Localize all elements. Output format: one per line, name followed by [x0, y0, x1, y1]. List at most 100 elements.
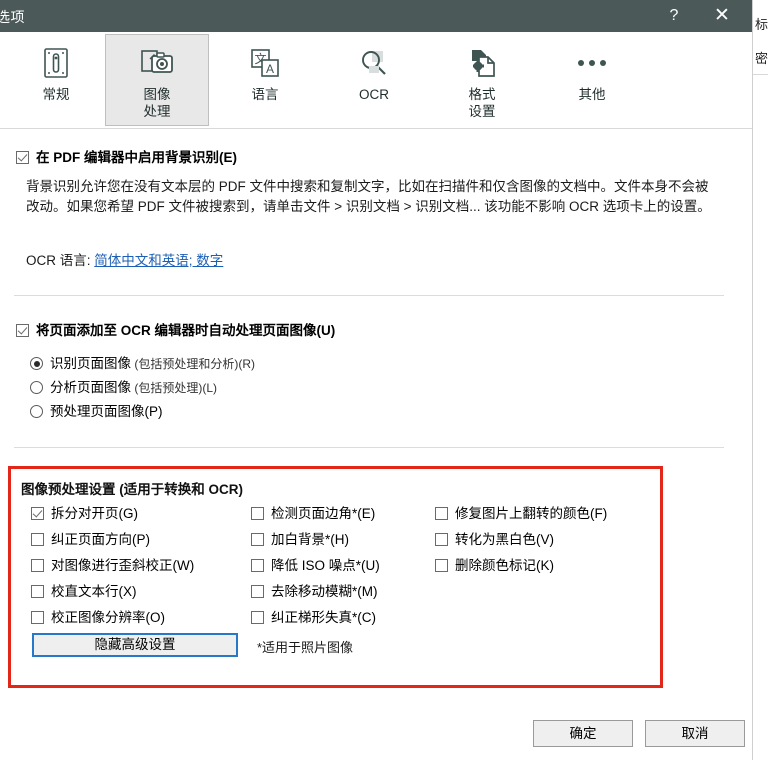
checkbox-box	[31, 533, 44, 546]
radio-label-main: 识别页面图像	[50, 356, 131, 371]
svg-text:A: A	[266, 62, 274, 76]
checkbox-label: 修复图片上翻转的颜色(F)	[455, 506, 608, 521]
checkbox-detect-page-corners[interactable]: 检测页面边角*(E)	[251, 507, 380, 521]
photo-images-note: *适用于照片图像	[257, 640, 354, 655]
checkbox-reduce-iso-noise[interactable]: 降低 ISO 噪点*(U)	[251, 559, 380, 573]
tab-more[interactable]: 其他	[540, 34, 644, 126]
help-button[interactable]: ?	[652, 0, 696, 32]
checkbox-box	[31, 559, 44, 572]
checkbox-box	[435, 559, 448, 572]
dialog-title: 选项	[0, 9, 25, 25]
tab-ocr[interactable]: OCR	[322, 34, 426, 126]
checkbox-label: 删除颜色标记(K)	[455, 558, 554, 573]
language-icon: 文 A	[214, 43, 316, 83]
radio-recognize-page-images[interactable]: 识别页面图像 (包括预处理和分析)(R)	[30, 357, 255, 371]
auto-process-checkbox[interactable]: 将页面添加至 OCR 编辑器时自动处理页面图像(U)	[16, 324, 335, 338]
preprocessing-settings-group: 图像预处理设置 (适用于转换和 OCR) 拆分对开页(G) 纠正页面方向(P) …	[8, 466, 663, 688]
checkbox-label: 校直文本行(X)	[51, 584, 137, 599]
dialog-content: 在 PDF 编辑器中启用背景识别(E) 背景识别允许您在没有文本层的 PDF 文…	[0, 129, 752, 760]
preprocessing-column-1: 拆分对开页(G) 纠正页面方向(P) 对图像进行歪斜校正(W) 校直文本行(X)…	[31, 507, 194, 625]
checkbox-label: 纠正页面方向(P)	[51, 532, 150, 547]
ocr-icon	[323, 43, 425, 83]
tab-general-label: 常规	[42, 87, 70, 102]
checkbox-box	[251, 585, 264, 598]
hide-advanced-settings-button[interactable]: 隐藏高级设置	[32, 633, 238, 657]
ocr-language-label: OCR 语言:	[26, 253, 91, 268]
checkbox-label: 去除移动模糊*(M)	[271, 584, 378, 599]
checkbox-whiten-background[interactable]: 加白背景*(H)	[251, 533, 380, 547]
checkbox-split-facing-pages[interactable]: 拆分对开页(G)	[31, 507, 194, 521]
radio-label-main: 预处理页面图像(P)	[50, 404, 163, 419]
checkbox-box	[251, 507, 264, 520]
checkbox-label: 检测页面边角*(E)	[271, 506, 376, 521]
checkbox-box	[435, 507, 448, 520]
checkbox-convert-to-black-and-white[interactable]: 转化为黑白色(V)	[435, 533, 607, 547]
ok-button[interactable]: 确定	[533, 720, 633, 747]
radio-dot	[30, 405, 43, 418]
section-divider-2	[14, 447, 724, 448]
radio-analyze-page-images[interactable]: 分析页面图像 (包括预处理)(L)	[30, 381, 217, 395]
section-divider-1	[14, 295, 724, 296]
radio-preprocess-page-images[interactable]: 预处理页面图像(P)	[30, 405, 163, 419]
tab-more-label: 其他	[578, 87, 606, 102]
radio-dot	[30, 381, 43, 394]
format-settings-icon	[431, 43, 533, 83]
background-window: 标 密	[752, 0, 768, 760]
checkbox-fix-inverted-colors[interactable]: 修复图片上翻转的颜色(F)	[435, 507, 607, 521]
tab-ocr-label: OCR	[359, 87, 389, 102]
preprocessing-settings-title: 图像预处理设置 (适用于转换和 OCR)	[21, 482, 243, 497]
tab-format-settings-label: 格式 设置	[468, 87, 496, 119]
tab-general[interactable]: 常规	[4, 34, 108, 126]
background-window-divider	[753, 74, 768, 75]
checkbox-box	[251, 533, 264, 546]
general-icon	[5, 43, 107, 83]
radio-label: 识别页面图像 (包括预处理和分析)(R)	[50, 356, 255, 372]
radio-label-suffix: (包括预处理)(L)	[131, 381, 217, 395]
checkbox-label: 加白背景*(H)	[271, 532, 349, 547]
tab-language-label: 语言	[251, 87, 279, 102]
background-window-subtitle: 密	[755, 51, 768, 66]
checkbox-label: 校正图像分辨率(O)	[51, 610, 165, 625]
checkbox-box	[251, 611, 264, 624]
background-window-title: 标	[755, 17, 768, 32]
checkbox-label: 对图像进行歪斜校正(W)	[51, 558, 195, 573]
checkbox-deskew-image[interactable]: 对图像进行歪斜校正(W)	[31, 559, 194, 573]
options-dialog: 选项 ? ✕ 常规 图像 处理 文 A 语言 OCR 格式 设置 其他 在 PD…	[0, 0, 752, 760]
radio-label-main: 分析页面图像	[50, 380, 131, 395]
cancel-button[interactable]: 取消	[645, 720, 745, 747]
checkbox-correct-page-orientation[interactable]: 纠正页面方向(P)	[31, 533, 194, 547]
tab-format-settings[interactable]: 格式 设置	[430, 34, 534, 126]
checkbox-remove-color-marks[interactable]: 删除颜色标记(K)	[435, 559, 607, 573]
checkbox-box	[435, 533, 448, 546]
radio-label: 预处理页面图像(P)	[50, 405, 163, 419]
checkbox-correct-image-resolution[interactable]: 校正图像分辨率(O)	[31, 611, 194, 625]
image-processing-icon	[106, 43, 208, 83]
checkbox-box	[16, 151, 29, 164]
ocr-language-link[interactable]: 简体中文和英语; 数字	[94, 253, 223, 268]
enable-background-recognition-label: 在 PDF 编辑器中启用背景识别(E)	[36, 150, 237, 165]
checkbox-box	[251, 559, 264, 572]
more-icon	[541, 43, 643, 83]
preprocessing-column-3: 修复图片上翻转的颜色(F) 转化为黑白色(V) 删除颜色标记(K)	[435, 507, 607, 573]
checkbox-box	[31, 507, 44, 520]
checkbox-label: 拆分对开页(G)	[51, 506, 138, 521]
checkbox-box	[31, 585, 44, 598]
close-button[interactable]: ✕	[700, 0, 744, 32]
background-recognition-description: 背景识别允许您在没有文本层的 PDF 文件中搜索和复制文字，比如在扫描件和仅含图…	[26, 179, 711, 214]
checkbox-correct-trapezoid-distortion[interactable]: 纠正梯形失真*(C)	[251, 611, 380, 625]
auto-process-label: 将页面添加至 OCR 编辑器时自动处理页面图像(U)	[36, 323, 336, 338]
tab-language[interactable]: 文 A 语言	[213, 34, 317, 126]
radio-dot	[30, 357, 43, 370]
dialog-titlebar: 选项 ? ✕	[0, 0, 752, 32]
checkbox-straighten-text-lines[interactable]: 校直文本行(X)	[31, 585, 194, 599]
radio-label-suffix: (包括预处理和分析)(R)	[131, 357, 255, 371]
checkbox-box	[16, 324, 29, 337]
checkbox-label: 转化为黑白色(V)	[455, 532, 554, 547]
tab-image-processing-label: 图像 处理	[143, 87, 171, 119]
checkbox-remove-motion-blur[interactable]: 去除移动模糊*(M)	[251, 585, 380, 599]
tab-image-processing[interactable]: 图像 处理	[105, 34, 209, 126]
tab-strip: 常规 图像 处理 文 A 语言 OCR 格式 设置 其他	[0, 32, 752, 129]
checkbox-label: 降低 ISO 噪点*(U)	[271, 558, 380, 573]
checkbox-box	[31, 611, 44, 624]
enable-background-recognition-checkbox[interactable]: 在 PDF 编辑器中启用背景识别(E)	[16, 151, 237, 165]
